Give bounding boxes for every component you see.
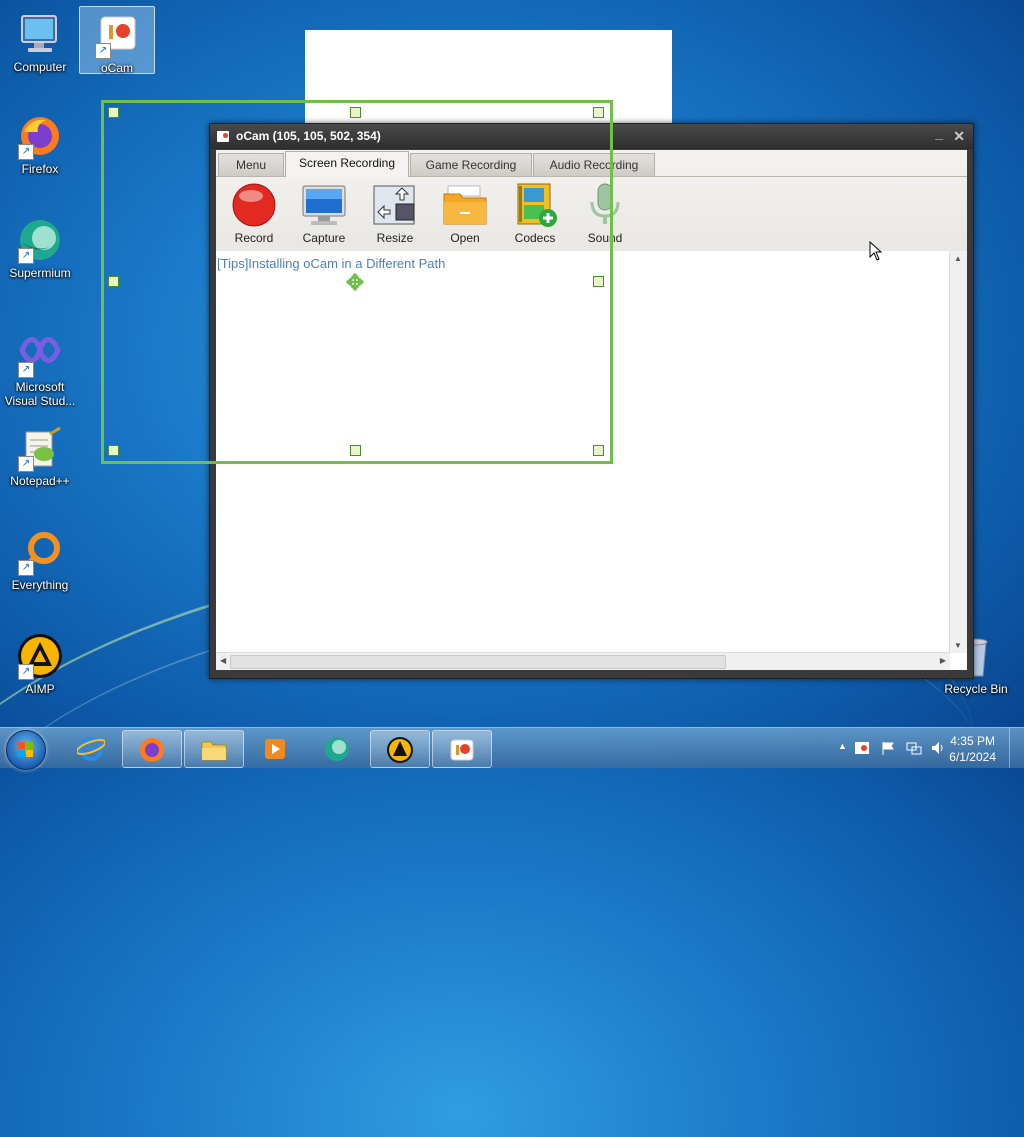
internet-explorer-icon bbox=[77, 737, 105, 761]
mouse-cursor-icon bbox=[869, 240, 883, 264]
taskbar-aimp[interactable] bbox=[370, 730, 430, 768]
clock-date: 6/1/2024 bbox=[949, 750, 996, 764]
clock-time: 4:35 PM bbox=[950, 734, 995, 748]
visual-studio-icon: ↗ bbox=[16, 330, 64, 378]
windows-logo-icon bbox=[18, 742, 33, 757]
taskbar-media-player[interactable] bbox=[246, 730, 304, 766]
desktop-icon-label: oCam bbox=[100, 61, 133, 75]
desktop-icon-everything[interactable]: ↗ Everything bbox=[3, 528, 77, 592]
shortcut-arrow-icon: ↗ bbox=[18, 560, 34, 576]
minimize-button[interactable]: _ bbox=[935, 121, 943, 146]
desktop-icon-visual-studio[interactable]: ↗ Microsoft Visual Stud... bbox=[0, 330, 80, 408]
resize-handle-top-left[interactable] bbox=[108, 107, 119, 118]
desktop-icon-label: Firefox bbox=[21, 162, 59, 176]
resize-handle-top[interactable] bbox=[350, 107, 361, 118]
desktop-icon-label: Computer bbox=[13, 60, 67, 74]
volume-icon[interactable] bbox=[930, 740, 946, 756]
supermium-icon: ↗ bbox=[16, 216, 64, 264]
close-button[interactable]: ✕ bbox=[953, 124, 965, 149]
shortcut-arrow-icon: ↗ bbox=[18, 362, 34, 378]
taskbar: ▲ 4:35 PM 6/1/2024 bbox=[0, 727, 1024, 770]
shortcut-arrow-icon: ↗ bbox=[18, 144, 34, 160]
desktop-icon-notepadpp[interactable]: ↗ Notepad++ bbox=[3, 424, 77, 488]
desktop-icon-ocam[interactable]: ↗ oCam bbox=[79, 6, 155, 75]
desktop-icon-supermium[interactable]: ↗ Supermium bbox=[3, 216, 77, 280]
scroll-up-icon[interactable]: ▲ bbox=[954, 254, 962, 263]
shortcut-arrow-icon: ↗ bbox=[18, 248, 34, 264]
computer-icon bbox=[16, 10, 64, 58]
aimp-icon bbox=[387, 737, 413, 763]
desktop-icon-computer[interactable]: Computer bbox=[3, 10, 77, 74]
taskbar-internet-explorer[interactable] bbox=[62, 730, 120, 766]
folder-icon bbox=[201, 741, 227, 761]
horizontal-scrollbar[interactable]: ◀ ▶ bbox=[216, 652, 950, 670]
media-player-icon bbox=[265, 739, 285, 759]
desktop-icon-label: Supermium bbox=[9, 266, 71, 280]
resize-handle-bottom-right[interactable] bbox=[593, 445, 604, 456]
taskbar-firefox[interactable] bbox=[122, 730, 182, 768]
scroll-right-icon[interactable]: ▶ bbox=[940, 656, 946, 665]
notepadpp-icon: ↗ bbox=[16, 424, 64, 472]
vertical-scrollbar[interactable]: ▲ ▼ bbox=[949, 251, 967, 653]
shortcut-arrow-icon: ↗ bbox=[18, 456, 34, 472]
shortcut-arrow-icon: ↗ bbox=[18, 664, 34, 680]
supermium-icon bbox=[325, 737, 349, 761]
ocam-icon: ↗ bbox=[93, 11, 141, 59]
scroll-left-icon[interactable]: ◀ bbox=[220, 656, 226, 665]
resize-handle-right[interactable] bbox=[593, 276, 604, 287]
system-tray: ▲ 4:35 PM 6/1/2024 bbox=[814, 728, 1024, 768]
desktop-icon-firefox[interactable]: ↗ Firefox bbox=[3, 112, 77, 176]
clock[interactable]: 4:35 PM 6/1/2024 bbox=[949, 733, 996, 765]
action-center-flag-icon[interactable] bbox=[880, 740, 896, 756]
resize-handle-left[interactable] bbox=[108, 276, 119, 287]
scroll-down-icon[interactable]: ▼ bbox=[954, 641, 962, 650]
resize-handle-bottom-left[interactable] bbox=[108, 445, 119, 456]
network-icon[interactable] bbox=[906, 740, 922, 756]
start-button[interactable] bbox=[6, 730, 46, 770]
aimp-icon: ↗ bbox=[16, 632, 64, 680]
desktop-icon-label: Recycle Bin bbox=[944, 682, 1008, 696]
shortcut-arrow-icon: ↗ bbox=[95, 43, 111, 59]
resize-handle-bottom[interactable] bbox=[350, 445, 361, 456]
desktop-icon-label: AIMP bbox=[25, 682, 55, 696]
desktop-icon-label: Microsoft Visual Stud... bbox=[4, 380, 76, 408]
show-desktop-button[interactable] bbox=[1009, 728, 1024, 768]
desktop-icon-label: Everything bbox=[11, 578, 69, 592]
taskbar-ocam[interactable] bbox=[432, 730, 492, 768]
ocam-icon bbox=[450, 739, 474, 761]
firefox-icon: ↗ bbox=[16, 112, 64, 160]
desktop-icon-label: Notepad++ bbox=[10, 474, 70, 488]
firefox-icon bbox=[140, 738, 164, 762]
taskbar-file-explorer[interactable] bbox=[184, 730, 244, 768]
horizontal-scroll-thumb[interactable] bbox=[230, 655, 726, 669]
show-hidden-icons-chevron[interactable]: ▲ bbox=[838, 741, 847, 751]
desktop-icon-aimp[interactable]: ↗ AIMP bbox=[3, 632, 77, 696]
ocam-tray-icon[interactable] bbox=[854, 740, 870, 756]
move-icon[interactable]: ✥ bbox=[344, 272, 366, 294]
taskbar-supermium[interactable] bbox=[308, 730, 366, 766]
everything-search-icon: ↗ bbox=[16, 528, 64, 576]
resize-handle-top-right[interactable] bbox=[593, 107, 604, 118]
